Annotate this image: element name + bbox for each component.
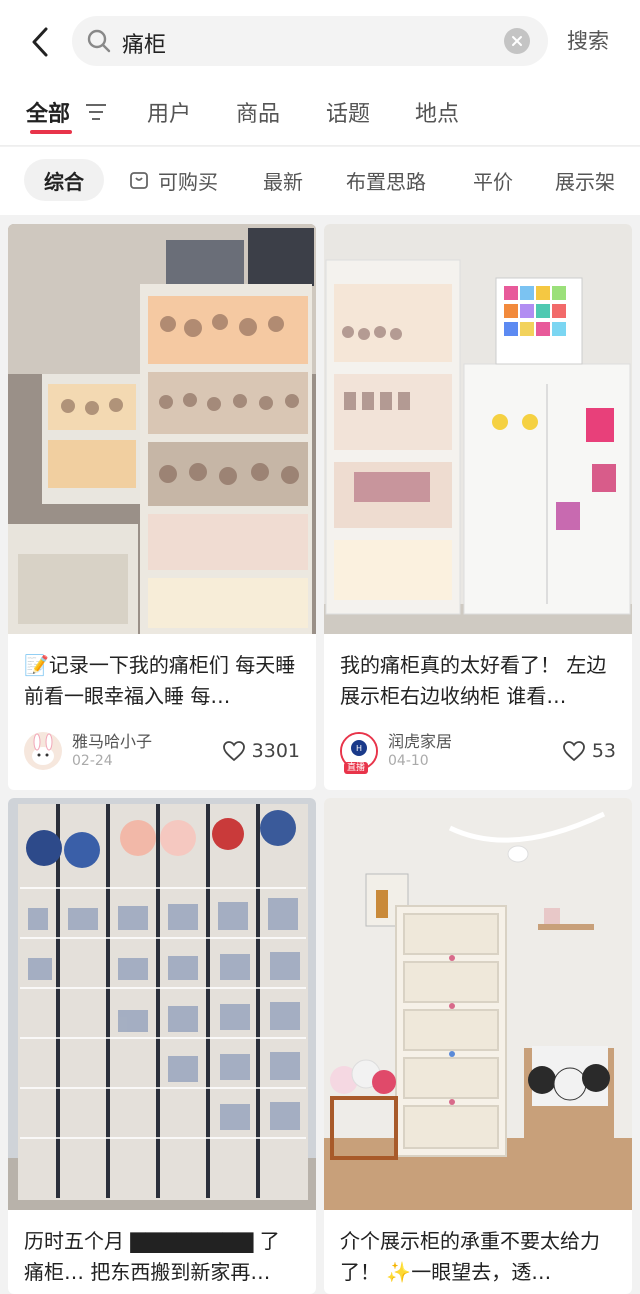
filter-chips: 综合 可购买 最新 布置思路 平价 展示架	[0, 147, 640, 215]
post-date: 04-10	[388, 753, 429, 769]
post-card[interactable]: 我的痛柜真的太好看了！ 左边展示柜右边收纳柜 谁看… H 直播 润虎家居 04-…	[324, 224, 632, 790]
like-count: 53	[591, 740, 616, 762]
post-image	[324, 798, 632, 1210]
tab-topics[interactable]: 话题	[326, 96, 370, 128]
post-image	[8, 224, 316, 634]
post-title[interactable]: 我的痛柜真的太好看了！ 左边展示柜右边收纳柜 谁看…	[340, 650, 614, 712]
live-badge: 直播	[344, 762, 369, 774]
author-name: 雅马哈小子	[72, 732, 153, 751]
active-tab-indicator	[30, 130, 72, 134]
search-icon	[87, 29, 111, 53]
chip-affordable[interactable]: 平价	[473, 159, 513, 201]
like-button[interactable]: 53	[562, 740, 616, 762]
bag-icon	[130, 172, 148, 189]
author-name: 润虎家居	[388, 732, 453, 751]
chip-latest[interactable]: 最新	[263, 159, 303, 201]
search-button[interactable]: 搜索	[567, 25, 609, 55]
post-card[interactable]: 历时五个月 ▇▇▇▇▇▇▇▇ 了 痛柜… 把东西搬到新家再…	[8, 798, 316, 1294]
filter-icon[interactable]	[84, 102, 108, 122]
chip-buyable[interactable]: 可购买	[128, 159, 218, 201]
clear-search-button[interactable]	[504, 28, 530, 54]
chip-comprehensive[interactable]: 综合	[24, 159, 104, 201]
chip-layout-ideas[interactable]: 布置思路	[346, 159, 426, 201]
tab-products[interactable]: 商品	[236, 96, 280, 128]
post-title[interactable]: 介个展示柜的承重不要太给力了！ ✨一眼望去，透…	[340, 1226, 614, 1288]
svg-text:H: H	[356, 744, 362, 753]
back-button[interactable]	[22, 22, 58, 62]
heart-icon	[562, 741, 585, 762]
post-card[interactable]: 介个展示柜的承重不要太给力了！ ✨一眼望去，透…	[324, 798, 632, 1294]
top-bar: 痛柜 搜索	[0, 0, 640, 84]
like-count: 3301	[251, 740, 300, 762]
chip-display-rack[interactable]: 展示架	[555, 159, 615, 201]
search-input[interactable]: 痛柜	[122, 27, 166, 59]
post-title[interactable]: 历时五个月 ▇▇▇▇▇▇▇▇ 了 痛柜… 把东西搬到新家再…	[24, 1226, 298, 1288]
avatar: H 直播	[340, 732, 378, 774]
chevron-left-icon	[32, 27, 48, 57]
tab-users[interactable]: 用户	[147, 96, 191, 128]
post-title[interactable]: 📝记录一下我的痛柜们 每天睡前看一眼幸福入睡 每…	[24, 650, 298, 712]
post-date: 02-24	[72, 753, 113, 769]
post-author[interactable]: 雅马哈小子 02-24	[24, 732, 152, 770]
search-bar[interactable]: 痛柜	[72, 16, 548, 66]
close-icon	[512, 36, 522, 46]
tab-places[interactable]: 地点	[415, 96, 459, 128]
like-button[interactable]: 3301	[222, 740, 300, 762]
post-image	[324, 224, 632, 634]
post-author[interactable]: H 直播 润虎家居 04-10	[340, 732, 453, 774]
post-image	[8, 798, 316, 1210]
heart-icon	[222, 741, 245, 762]
post-card[interactable]: 📝记录一下我的痛柜们 每天睡前看一眼幸福入睡 每… 雅马哈小子 02-24 33…	[8, 224, 316, 790]
result-tabs: 全部 用户 商品 话题 地点	[0, 84, 640, 146]
avatar	[24, 732, 62, 770]
chip-buyable-label: 可购买	[158, 169, 218, 194]
tab-all[interactable]: 全部	[26, 96, 70, 128]
